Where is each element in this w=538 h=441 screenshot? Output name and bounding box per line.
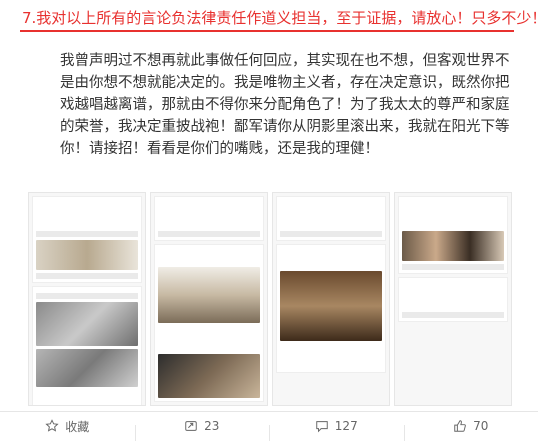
card-footer-bar <box>402 264 504 270</box>
card-text-block <box>402 281 504 309</box>
screenshot-card <box>154 196 264 241</box>
post-body: 我曾声明过不想再就此事做任何回应，其实现在也不想，但客观世界不是由你想不想就能决… <box>60 50 512 160</box>
screenshot-card <box>32 196 142 283</box>
screenshot-4[interactable] <box>394 192 512 406</box>
thumbs-up-icon <box>453 419 467 433</box>
card-text-block <box>280 341 382 369</box>
screenshot-3[interactable] <box>272 192 390 406</box>
comment-count: 127 <box>335 419 358 433</box>
like-count: 70 <box>473 419 488 433</box>
screenshot-card <box>154 244 264 402</box>
card-text-block <box>158 248 260 264</box>
screenshot-1[interactable] <box>28 192 146 406</box>
like-button[interactable]: 70 <box>404 419 538 433</box>
screenshot-card <box>276 196 386 241</box>
card-text-block <box>158 200 260 228</box>
card-footer-bar <box>280 231 382 237</box>
meeting-photo <box>280 271 382 341</box>
screenshot-card <box>32 286 142 406</box>
star-icon <box>45 419 59 433</box>
card-footer-bar <box>36 293 138 299</box>
comment-icon <box>315 419 329 433</box>
interior-photo <box>402 231 504 261</box>
screenshot-2[interactable] <box>150 192 268 406</box>
card-footer-bar <box>158 231 260 237</box>
repost-count: 23 <box>204 419 219 433</box>
favorite-label: 收藏 <box>65 418 89 435</box>
repost-button[interactable]: 23 <box>135 419 270 433</box>
card-text-block <box>36 200 138 228</box>
headline-underline <box>20 30 514 32</box>
meeting-photo <box>158 354 260 398</box>
card-text-block <box>36 387 138 406</box>
card-text-block <box>158 323 260 351</box>
card-text-block <box>402 200 504 228</box>
people-photo <box>158 267 260 323</box>
post-paragraph: 我曾声明过不想再就此事做任何回应，其实现在也不想，但客观世界不是由你想不想就能决… <box>60 50 512 160</box>
card-footer-bar <box>36 273 138 279</box>
comment-button[interactable]: 127 <box>269 419 404 433</box>
card-text-block <box>280 200 382 228</box>
screenshot-card <box>276 244 386 373</box>
screenshot-collage[interactable] <box>28 192 515 406</box>
furniture-photo <box>36 240 138 270</box>
screenshot-card <box>398 196 508 274</box>
card-divider <box>36 231 138 237</box>
screenshot-card <box>398 277 508 322</box>
headline: 7.我对以上所有的言论负法律责任作道义担当，至于证据，请放心！只多不少！ <box>22 8 522 28</box>
store-photo <box>36 349 138 387</box>
action-bar: 收藏 23 127 70 <box>0 411 538 440</box>
repost-icon <box>184 419 198 433</box>
favorite-button[interactable]: 收藏 <box>0 418 135 435</box>
card-text-block <box>280 248 382 268</box>
card-footer-bar <box>402 312 504 318</box>
store-photo <box>36 302 138 346</box>
